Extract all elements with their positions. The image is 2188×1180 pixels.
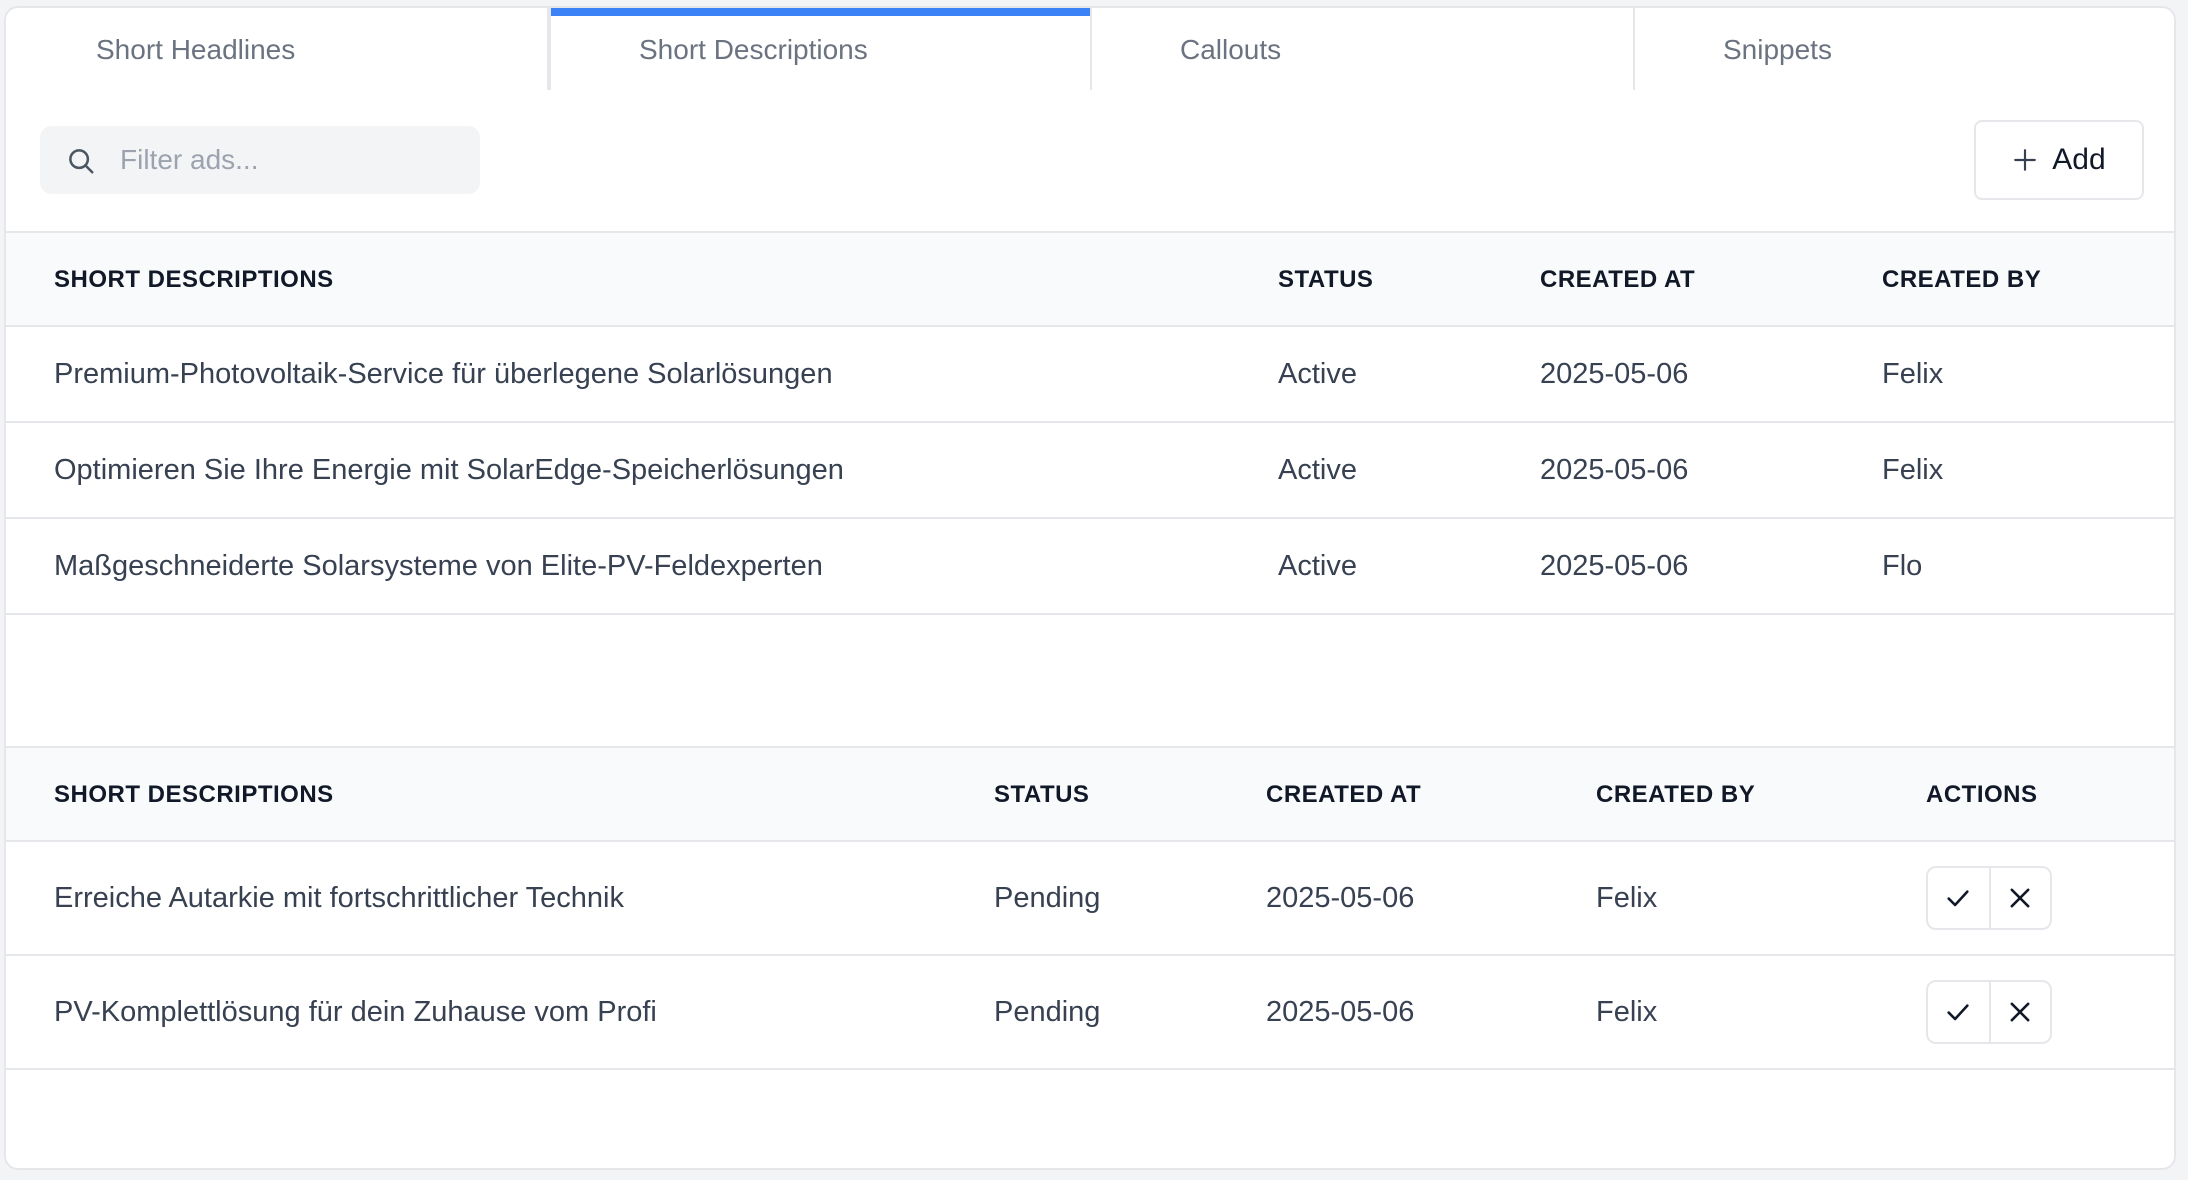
tab-short-headlines[interactable]: Short Headlines [6, 8, 549, 90]
table-header: SHORT DESCRIPTIONS STATUS CREATED AT CRE… [6, 746, 2174, 842]
tab-snippets[interactable]: Snippets [1635, 8, 2174, 90]
reject-button[interactable] [1988, 982, 2050, 1042]
cell-status: Active [1278, 454, 1357, 486]
search-icon [69, 149, 94, 174]
approve-button[interactable] [1928, 868, 1989, 928]
column-header-actions: ACTIONS [1926, 781, 2038, 808]
search-input[interactable] [120, 126, 460, 194]
table-row[interactable]: PV-Komplettlösung für dein Zuhause vom P… [6, 956, 2174, 1070]
cell-created-by: Flo [1882, 550, 1923, 582]
cell-description: Premium-Photovoltaik-Service für überleg… [54, 358, 833, 390]
column-header-short-descriptions: SHORT DESCRIPTIONS [54, 781, 334, 808]
cell-description: Optimieren Sie Ihre Energie mit SolarEdg… [54, 454, 844, 486]
table-row[interactable]: Premium-Photovoltaik-Service für überleg… [6, 327, 2174, 423]
tab-label: Short Headlines [96, 34, 296, 65]
row-actions [1926, 980, 2052, 1044]
cell-created-by: Felix [1596, 996, 1658, 1028]
column-header-short-descriptions: SHORT DESCRIPTIONS [54, 266, 334, 293]
cell-created-by: Felix [1882, 454, 1944, 486]
cell-status: Pending [994, 882, 1101, 914]
cell-status: Pending [994, 996, 1101, 1028]
approve-button[interactable] [1928, 982, 1989, 1042]
cell-description: Erreiche Autarkie mit fortschrittlicher … [54, 882, 625, 914]
tab-label: Snippets [1723, 34, 1832, 65]
cell-created-by: Felix [1596, 882, 1658, 914]
active-ads-table: SHORT DESCRIPTIONS STATUS CREATED AT CRE… [6, 231, 2174, 615]
cell-created-at: 2025-05-06 [1540, 358, 1689, 390]
column-header-status: STATUS [994, 781, 1090, 808]
close-icon [2011, 1002, 2030, 1022]
cell-created-at: 2025-05-06 [1266, 996, 1415, 1028]
table-row[interactable]: Optimieren Sie Ihre Energie mit SolarEdg… [6, 423, 2174, 519]
add-button-label: Add [2052, 143, 2106, 176]
plus-icon [2014, 149, 2037, 171]
check-icon [1947, 890, 1970, 907]
column-header-created-by: CREATED BY [1596, 781, 1756, 808]
tab-callouts[interactable]: Callouts [1092, 8, 1635, 90]
reject-button[interactable] [1988, 868, 2050, 928]
column-header-created-at: CREATED AT [1540, 266, 1696, 293]
tab-bar: Short Headlines Short Descriptions Callo… [6, 8, 2174, 90]
search-box [40, 126, 480, 194]
column-header-created-by: CREATED BY [1882, 266, 2042, 293]
cell-status: Active [1278, 358, 1357, 390]
row-actions [1926, 866, 2052, 930]
cell-created-at: 2025-05-06 [1266, 882, 1415, 914]
cell-created-at: 2025-05-06 [1540, 454, 1689, 486]
table-row[interactable]: Maßgeschneiderte Solarsysteme von Elite-… [6, 519, 2174, 615]
close-icon [2011, 888, 2030, 908]
tab-short-descriptions[interactable]: Short Descriptions [549, 8, 1092, 90]
cell-status: Active [1278, 550, 1357, 582]
ads-panel: Short Headlines Short Descriptions Callo… [4, 6, 2176, 1170]
cell-created-at: 2025-05-06 [1540, 550, 1689, 582]
tab-label: Callouts [1180, 34, 1282, 65]
pending-ads-table: SHORT DESCRIPTIONS STATUS CREATED AT CRE… [6, 746, 2174, 1070]
column-header-status: STATUS [1278, 266, 1374, 293]
table-row[interactable]: Erreiche Autarkie mit fortschrittlicher … [6, 842, 2174, 956]
add-button[interactable]: Add [1974, 120, 2144, 200]
cell-description: PV-Komplettlösung für dein Zuhause vom P… [54, 996, 657, 1028]
cell-created-by: Felix [1882, 358, 1944, 390]
cell-description: Maßgeschneiderte Solarsysteme von Elite-… [54, 550, 823, 582]
tab-label: Short Descriptions [639, 34, 868, 65]
column-header-created-at: CREATED AT [1266, 781, 1422, 808]
check-icon [1947, 1004, 1970, 1021]
table-header: SHORT DESCRIPTIONS STATUS CREATED AT CRE… [6, 231, 2174, 327]
